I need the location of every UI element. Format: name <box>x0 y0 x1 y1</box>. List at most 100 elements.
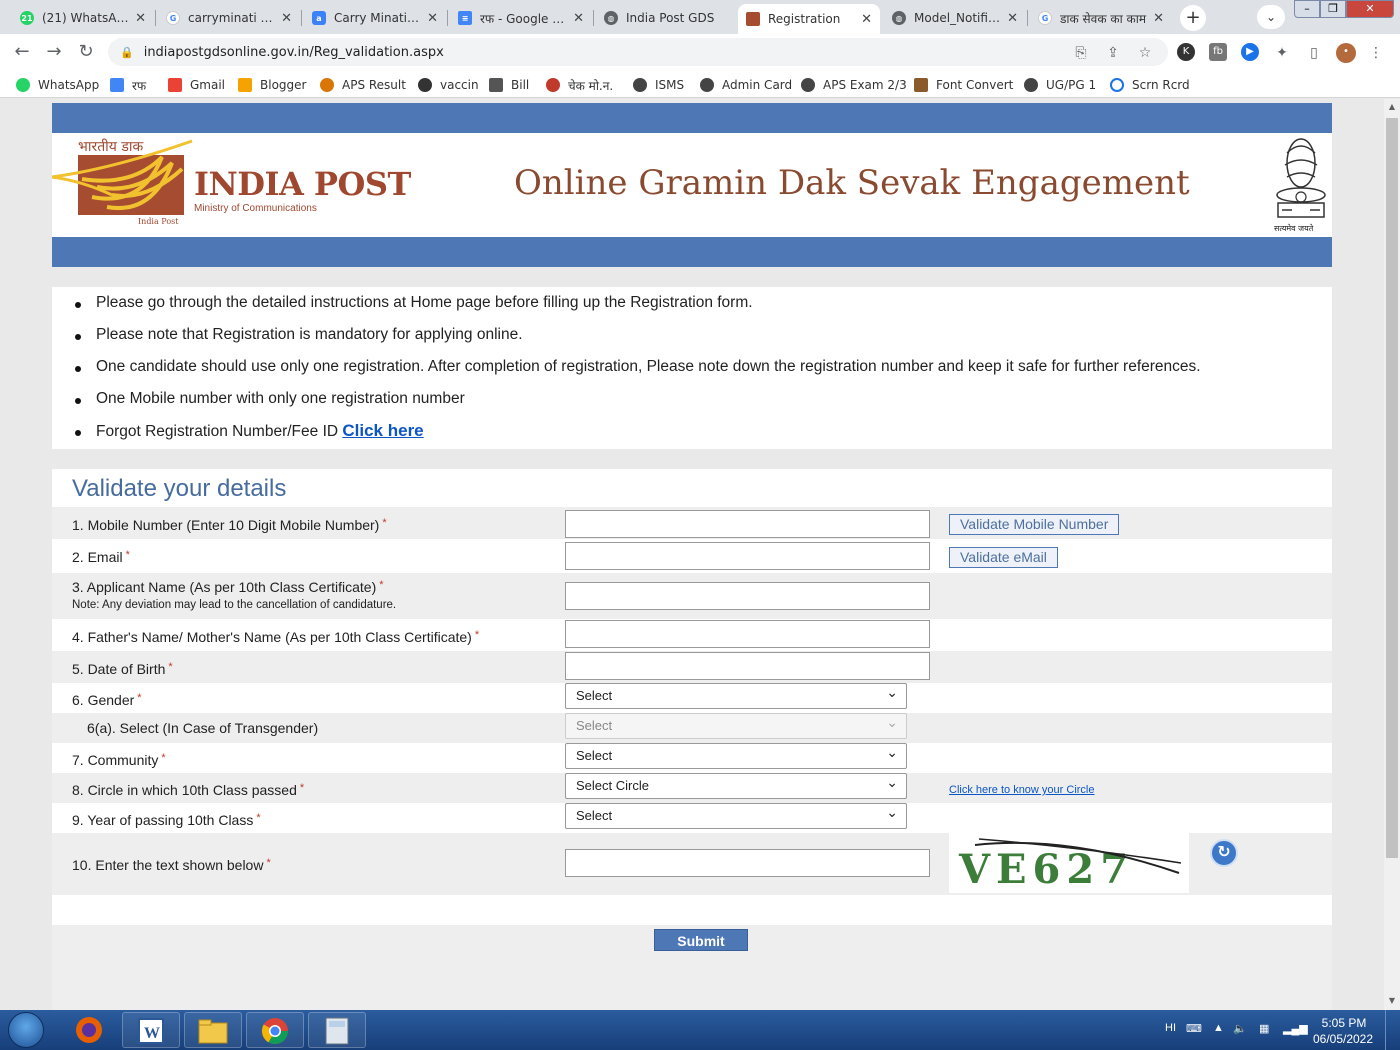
extension-k-icon[interactable]: K <box>1177 43 1195 61</box>
bookmark-ug-pg[interactable]: UG/PG 1 <box>1024 76 1096 94</box>
tab-google-docs[interactable]: ≡ रफ - Google Docs ✕ <box>450 4 592 32</box>
validate-email-button[interactable]: Validate eMail <box>949 547 1058 568</box>
bookmark-whatsapp[interactable]: WhatsApp <box>16 76 99 94</box>
date-of-birth-input[interactable] <box>565 652 930 680</box>
gender-label: 6. Gender * <box>72 692 142 708</box>
bookmark-check-mobile[interactable]: चेक मो.न. <box>546 76 613 94</box>
show-desktop-button[interactable] <box>1385 1010 1400 1050</box>
signal-bars-icon[interactable]: ▂▄▆ <box>1283 1022 1308 1035</box>
tab-carry-minati-networth[interactable]: a Carry Minati Net Worth ✕ <box>304 4 446 32</box>
calculator-icon[interactable] <box>308 1012 366 1048</box>
keyboard-icon[interactable]: ⌨ <box>1186 1022 1202 1035</box>
forward-arrow-icon[interactable]: → <box>42 40 66 64</box>
word-icon[interactable]: W <box>122 1012 180 1048</box>
instruction-item: Forgot Registration Number/Fee ID Click … <box>74 419 1332 451</box>
sidepanel-icon[interactable]: ▯ <box>1304 43 1324 63</box>
gender-select[interactable]: Select <box>565 680 907 709</box>
start-button[interactable] <box>8 1012 44 1048</box>
mobile-number-input[interactable] <box>565 510 930 538</box>
bookmark-font-convert[interactable]: Font Convert <box>914 76 1013 94</box>
google-icon: G <box>166 11 180 25</box>
scroll-up-icon[interactable]: ▲ <box>1384 100 1400 114</box>
bookmark-gmail[interactable]: Gmail <box>168 76 225 94</box>
show-hidden-icons[interactable]: ▲ <box>1213 1022 1224 1034</box>
minimize-button[interactable]: – <box>1294 0 1320 18</box>
india-post-icon <box>746 12 760 26</box>
bookmark-admin-card[interactable]: Admin Card <box>700 76 792 94</box>
close-icon[interactable]: ✕ <box>135 11 146 26</box>
tab-carryminati-income[interactable]: G carryminati income ✕ <box>158 4 300 32</box>
submit-button[interactable]: Submit <box>654 929 748 951</box>
bookmark-star-icon[interactable]: ☆ <box>1135 43 1155 63</box>
father-name-input[interactable] <box>565 620 930 648</box>
tab-whatsapp[interactable]: 21 (21) WhatsApp ✕ <box>12 4 154 32</box>
globe-icon <box>801 78 815 92</box>
firefox-icon[interactable] <box>60 1012 118 1048</box>
close-icon[interactable]: ✕ <box>861 12 872 27</box>
clock-time[interactable]: 5:05 PM <box>1314 1016 1374 1030</box>
clock-date[interactable]: 06/05/2022 <box>1308 1032 1378 1046</box>
gender-row: 6. Gender * Select <box>52 680 1332 713</box>
applicant-name-input[interactable] <box>565 582 930 610</box>
extension-fb-icon[interactable]: fb <box>1209 43 1227 61</box>
close-icon[interactable]: ✕ <box>281 11 292 26</box>
transgender-label: 6(a). Select (In Case of Transgender) <box>87 720 319 736</box>
national-emblem-icon <box>1276 138 1326 218</box>
tab-registration[interactable]: Registration ✕ <box>738 4 880 34</box>
bookmark-vaccin[interactable]: vaccin <box>418 76 479 94</box>
tab-model-notification[interactable]: ◍ Model_Notification ✕ <box>884 4 1026 32</box>
captcha-input[interactable] <box>565 849 930 877</box>
close-icon[interactable]: ✕ <box>1007 11 1018 26</box>
address-bar[interactable]: 🔒 indiapostgdsonline.gov.in/Reg_validati… <box>108 38 1168 66</box>
bookmark-bill[interactable]: Bill <box>489 76 529 94</box>
signal-icon <box>546 78 560 92</box>
tab-label: Registration <box>768 12 841 26</box>
chrome-icon[interactable] <box>246 1012 304 1048</box>
email-input[interactable] <box>565 542 930 570</box>
bookmark-isms[interactable]: ISMS <box>633 76 684 94</box>
year-label: 9. Year of passing 10th Class * <box>72 812 261 828</box>
know-circle-link[interactable]: Click here to know your Circle <box>949 784 1095 796</box>
instruction-item: One Mobile number with only one registra… <box>74 387 1332 419</box>
bookmark-aps-result[interactable]: APS Result <box>320 76 406 94</box>
tab-search-button[interactable]: ⌄ <box>1257 5 1285 29</box>
circle-select[interactable]: Select Circle <box>565 770 907 799</box>
translate-icon[interactable]: ⎘ <box>1071 43 1091 63</box>
puzzle-icon[interactable]: ✦ <box>1272 43 1292 63</box>
avatar[interactable]: • <box>1336 43 1356 63</box>
scrollbar-thumb[interactable] <box>1386 118 1398 858</box>
image-icon <box>914 78 928 92</box>
close-icon[interactable]: ✕ <box>1153 11 1164 26</box>
maximize-button[interactable]: ❐ <box>1320 0 1346 18</box>
close-icon[interactable]: ✕ <box>573 11 584 26</box>
extension-play-icon[interactable]: ▶ <box>1241 43 1259 61</box>
share-icon[interactable]: ⇪ <box>1103 43 1123 63</box>
tab-india-post-gds[interactable]: ◍ India Post GDS <box>596 4 736 32</box>
captcha-label: 10. Enter the text shown below * <box>72 857 271 873</box>
validate-mobile-button[interactable]: Validate Mobile Number <box>949 514 1120 535</box>
transgender-select[interactable]: Select <box>565 710 907 739</box>
new-tab-button[interactable]: + <box>1180 5 1206 31</box>
volume-icon[interactable]: 🔈 <box>1233 1022 1247 1035</box>
back-arrow-icon[interactable]: ← <box>10 40 34 64</box>
file-explorer-icon[interactable] <box>184 1012 242 1048</box>
close-icon[interactable]: ✕ <box>427 11 438 26</box>
kebab-menu-icon[interactable]: ⋮ <box>1366 43 1386 63</box>
tab-dak-sevak[interactable]: G डाक सेवक का काम ✕ <box>1030 4 1172 32</box>
language-indicator[interactable]: HI <box>1165 1022 1176 1034</box>
reload-icon[interactable]: ↻ <box>74 40 98 64</box>
close-window-button[interactable]: ✕ <box>1346 0 1394 18</box>
refresh-captcha-icon[interactable]: ↻ <box>1210 839 1238 867</box>
bookmark-rough[interactable]: रफ <box>110 76 146 94</box>
community-label: 7. Community * <box>72 752 166 768</box>
captcha-image: VE627 <box>949 833 1189 893</box>
forgot-registration-link[interactable]: Click here <box>342 421 423 440</box>
bookmark-blogger[interactable]: Blogger <box>238 76 306 94</box>
scroll-down-icon[interactable]: ▼ <box>1384 994 1400 1008</box>
tab-label: रफ - Google Docs <box>480 11 567 26</box>
community-select[interactable]: Select <box>565 740 907 769</box>
year-select[interactable]: Select <box>565 800 907 829</box>
bookmark-scrn-rcrd[interactable]: Scrn Rcrd <box>1110 76 1190 94</box>
network-icon[interactable]: ▦ <box>1259 1022 1269 1035</box>
bookmark-aps-exam[interactable]: APS Exam 2/3 <box>801 76 907 94</box>
